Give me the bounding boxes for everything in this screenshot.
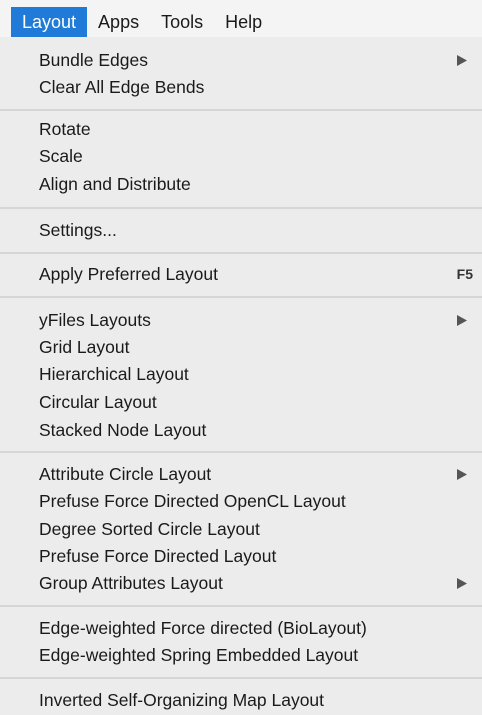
menu-separator <box>0 252 482 254</box>
menu-separator <box>0 207 482 209</box>
menu-item-inverted-self-organizing-map[interactable]: Inverted Self-Organizing Map Layout <box>0 687 482 714</box>
menu-item-label: Attribute Circle Layout <box>39 464 212 484</box>
menu-item-edge-weighted-force-directed[interactable]: Edge-weighted Force directed (BioLayout) <box>0 615 482 642</box>
menu-item-label: Edge-weighted Force directed (BioLayout) <box>39 618 367 638</box>
menu-item-label: Bundle Edges <box>39 50 148 70</box>
menubar-help[interactable]: Help <box>214 7 273 37</box>
menu-item-label: yFiles Layouts <box>39 310 151 330</box>
menu-separator <box>0 677 482 679</box>
menu-separator <box>0 296 482 298</box>
menu-item-label: Rotate <box>39 119 91 139</box>
menu-separator <box>0 109 482 111</box>
shortcut-label: F5 <box>456 266 473 282</box>
menu-item-prefuse-force-directed-opencl-layout[interactable]: Prefuse Force Directed OpenCL Layout <box>0 488 482 515</box>
menu-item-degree-sorted-circle-layout[interactable]: Degree Sorted Circle Layout <box>0 516 482 543</box>
menu-item-label: Align and Distribute <box>39 174 191 194</box>
menu-item-label: Inverted Self-Organizing Map Layout <box>39 690 325 710</box>
menu-bar: Layout Apps Tools Help <box>0 0 482 37</box>
menu-item-label: Grid Layout <box>39 337 130 357</box>
menu-item-settings[interactable]: Settings... <box>0 217 482 244</box>
menu-item-scale[interactable]: Scale <box>0 143 482 170</box>
submenu-arrow-icon <box>457 307 469 334</box>
menu-item-label: Settings... <box>39 220 117 240</box>
menu-item-label: Hierarchical Layout <box>39 364 189 384</box>
menu-item-edge-weighted-spring-embedded[interactable]: Edge-weighted Spring Embedded Layout <box>0 642 482 669</box>
menu-separator <box>0 451 482 453</box>
menubar-layout[interactable]: Layout <box>11 7 88 37</box>
menu-item-label: Scale <box>39 146 83 166</box>
menubar-tools[interactable]: Tools <box>150 7 214 37</box>
menu-item-label: Stacked Node Layout <box>39 420 207 440</box>
menu-item-label: Prefuse Force Directed OpenCL Layout <box>39 491 346 511</box>
menu-item-label: Group Attributes Layout <box>39 573 223 593</box>
menu-item-label: Prefuse Force Directed Layout <box>39 546 277 566</box>
menu-item-yfiles-layouts[interactable]: yFiles Layouts <box>0 307 482 334</box>
menu-item-clear-all-edge-bends[interactable]: Clear All Edge Bends <box>0 74 482 101</box>
layout-menu-dropdown: Bundle Edges Clear All Edge Bends Rotate… <box>0 37 482 715</box>
menubar-apps[interactable]: Apps <box>87 7 150 37</box>
menu-item-rotate[interactable]: Rotate <box>0 116 482 143</box>
menu-item-circular-layout[interactable]: Circular Layout <box>0 389 482 416</box>
menu-item-label: Clear All Edge Bends <box>39 77 205 97</box>
menu-item-label: Edge-weighted Spring Embedded Layout <box>39 645 359 665</box>
menu-item-label: Degree Sorted Circle Layout <box>39 519 260 539</box>
menu-item-grid-layout[interactable]: Grid Layout <box>0 334 482 361</box>
submenu-arrow-icon <box>457 47 469 74</box>
menu-item-group-attributes-layout[interactable]: Group Attributes Layout <box>0 570 482 597</box>
menu-item-label: Circular Layout <box>39 392 157 412</box>
menu-item-label: Apply Preferred Layout <box>39 264 218 284</box>
menu-item-apply-preferred-layout[interactable]: Apply Preferred Layout F5 <box>0 261 482 288</box>
menu-item-bundle-edges[interactable]: Bundle Edges <box>0 47 482 74</box>
menu-item-stacked-node-layout[interactable]: Stacked Node Layout <box>0 417 482 444</box>
menu-item-attribute-circle-layout[interactable]: Attribute Circle Layout <box>0 461 482 488</box>
menu-item-prefuse-force-directed-layout[interactable]: Prefuse Force Directed Layout <box>0 543 482 570</box>
menu-item-align-and-distribute[interactable]: Align and Distribute <box>0 171 482 198</box>
submenu-arrow-icon <box>457 461 469 488</box>
menu-item-hierarchical-layout[interactable]: Hierarchical Layout <box>0 361 482 388</box>
menu-separator <box>0 605 482 607</box>
submenu-arrow-icon <box>457 570 469 597</box>
